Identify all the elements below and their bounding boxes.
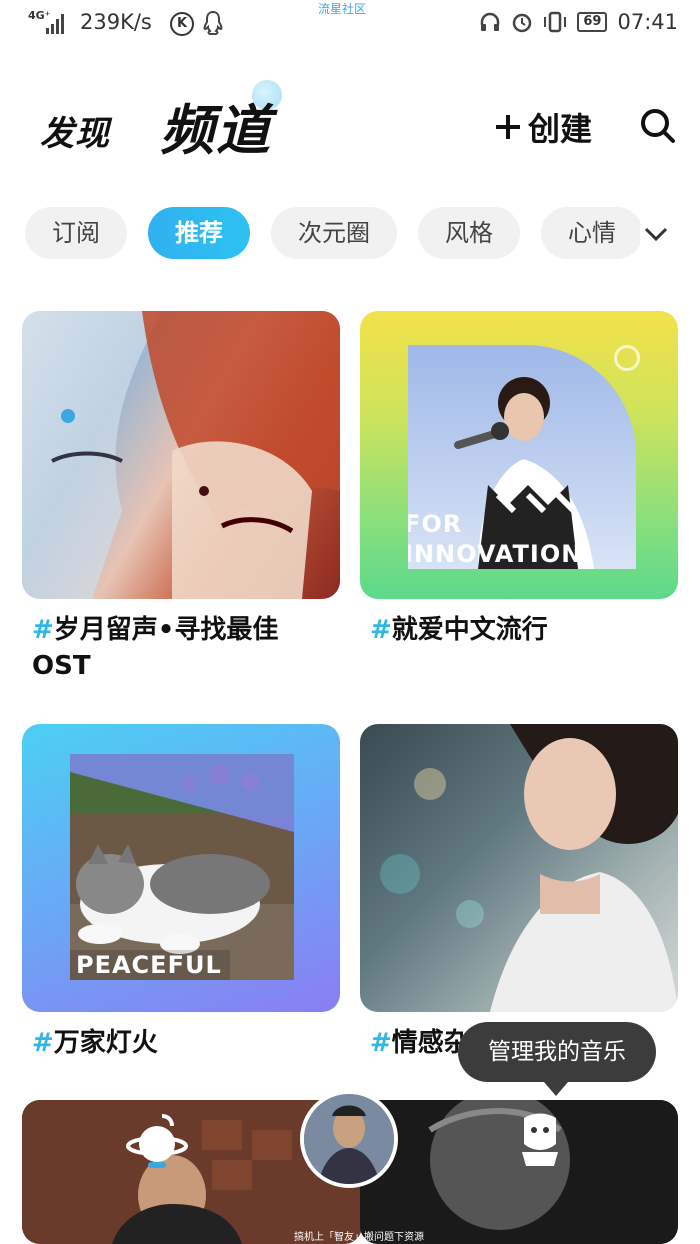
woman-portrait-image <box>380 724 678 1012</box>
category-tabs: 订阅 推荐 次元圈 风格 心情 <box>0 207 640 261</box>
tab-mood[interactable]: 心情 <box>541 207 640 259</box>
anime-artwork-image <box>22 311 340 599</box>
headphones-icon <box>481 12 500 31</box>
status-right: 69 07:41 <box>479 10 678 34</box>
channel-card-ost[interactable] <box>22 311 340 599</box>
plus-icon <box>496 115 520 139</box>
card-title-text: 就爱中文流行 <box>391 615 548 645</box>
channel-card-chinese-pop[interactable]: FOR INNOVATION <box>360 311 678 599</box>
man-portrait-image <box>304 1094 394 1184</box>
overlay-text-for-innovation: FOR INNOVATION <box>408 510 583 568</box>
decoration-ring <box>614 345 640 371</box>
manage-music-tooltip[interactable]: 管理我的音乐 <box>458 1022 656 1096</box>
channel-card-lights[interactable]: PEACEFUL <box>22 724 340 1012</box>
card-title-chinese-pop[interactable]: #就爱中文流行 <box>370 612 670 648</box>
tab-channel[interactable]: 频道 <box>160 86 272 165</box>
robot-icon[interactable] <box>514 1108 566 1170</box>
bottom-nav: 搞机上「智友」搬问题下资源 <box>0 1090 700 1244</box>
qq-icon <box>203 10 223 35</box>
footnote-text: 搞机上「智友」搬问题下资源 <box>294 1232 424 1243</box>
chevron-down-icon[interactable] <box>640 218 672 250</box>
tab-recommend[interactable]: 推荐 <box>148 207 250 259</box>
cat-image <box>70 754 294 980</box>
card-title-text: 岁月留声•寻找最佳OST <box>32 615 279 681</box>
create-label: 创建 <box>528 110 593 148</box>
tab-anime[interactable]: 次元圈 <box>271 207 397 259</box>
card-title-ost[interactable]: #岁月留声•寻找最佳OST <box>32 612 332 684</box>
hash-symbol: # <box>32 615 54 645</box>
card-title-lights[interactable]: #万家灯火 <box>32 1025 332 1061</box>
tab-discover[interactable]: 发现 <box>40 106 110 155</box>
planet-icon[interactable] <box>126 1110 188 1172</box>
channel-card-emotions[interactable] <box>360 724 678 1012</box>
singer-photo: FOR INNOVATION <box>408 345 636 569</box>
overlay-text-peaceful: PEACEFUL <box>70 950 230 980</box>
cat-photo: PEACEFUL <box>70 754 294 980</box>
tab-subscribe[interactable]: 订阅 <box>25 207 127 259</box>
tab-style[interactable]: 风格 <box>418 207 520 259</box>
network-speed: 239K/s <box>80 10 152 34</box>
hash-symbol: # <box>370 615 392 645</box>
vibrate-icon <box>544 11 567 33</box>
battery-icon: 69 <box>577 12 608 32</box>
hash-symbol: # <box>370 1028 392 1058</box>
status-bar: 4G⁺ 239K/s K 流星社区 69 07:41 <box>0 0 700 48</box>
signal-icon <box>46 14 64 34</box>
clock: 07:41 <box>617 10 678 34</box>
now-playing-avatar[interactable] <box>300 1090 398 1188</box>
hash-symbol: # <box>32 1028 54 1058</box>
card-title-text: 万家灯火 <box>53 1028 158 1058</box>
search-icon[interactable] <box>638 106 678 146</box>
k-badge-icon: K <box>170 12 194 36</box>
watermark-text: 流星社区 <box>318 2 367 16</box>
alarm-icon <box>513 13 532 33</box>
create-button[interactable]: 创建 <box>494 104 592 150</box>
